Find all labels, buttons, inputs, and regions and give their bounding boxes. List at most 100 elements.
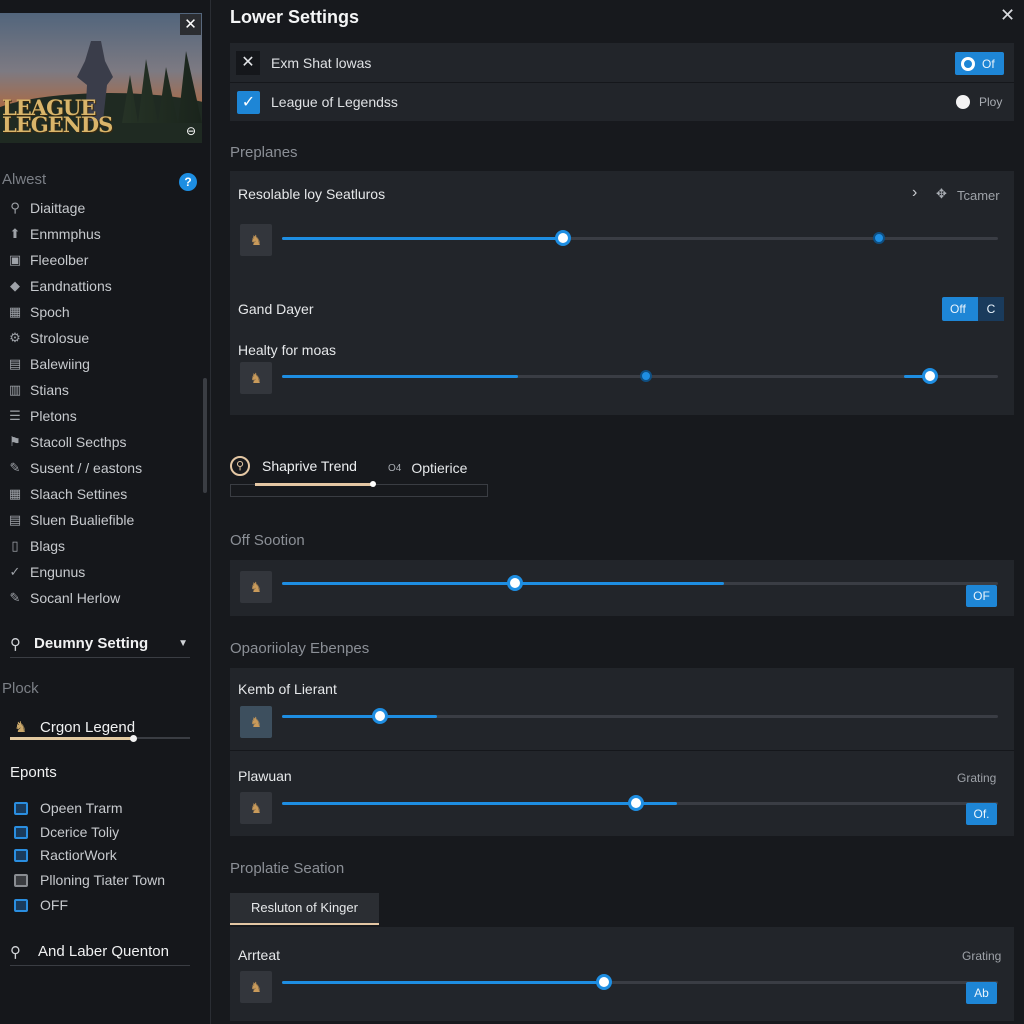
diamond-icon: ◆ — [10, 278, 20, 293]
and-laber-item[interactable]: ⚲ And Laber Quenton — [10, 938, 190, 966]
compass-icon: ⚲ — [230, 456, 250, 476]
chevron-right-icon[interactable]: › — [912, 184, 917, 202]
sidebar-item[interactable]: ▤ Sluen Bualiefible — [6, 509, 134, 531]
close-icon[interactable]: ✕ — [1000, 5, 1015, 26]
sidebar-item[interactable]: ⚑ Stacoll Secthps — [6, 431, 126, 453]
sidebar-item-label: Susent / / eastons — [30, 460, 143, 476]
book-icon: ▤ — [8, 356, 22, 371]
tab-bar: ⚲ Shaprive Trend O4 Optierice — [230, 453, 488, 497]
sidebar-item-label: Engunus — [30, 564, 86, 580]
slider-track[interactable] — [282, 708, 998, 724]
grating-label: Grating — [962, 949, 1002, 963]
sidebar-item[interactable]: ▣ Fleeolber — [6, 249, 89, 271]
section-title-proplatie: Proplatie Seation — [230, 860, 345, 877]
slider-fill — [282, 802, 678, 805]
preplanes-panel: Resolable loy Seatluros › ✥ Tcamer ♞ Gan… — [230, 171, 1014, 415]
sidebar-scrollbar[interactable] — [203, 378, 207, 493]
eye-icon: O4 — [388, 462, 402, 474]
sidebar-item-label: Sluen Bualiefible — [30, 512, 135, 528]
slider-track[interactable] — [282, 575, 998, 591]
slider-track[interactable] — [282, 230, 998, 246]
slider-track[interactable] — [282, 974, 998, 990]
sidebar-item[interactable]: ✓ Engunus — [6, 561, 86, 583]
sidebar-item[interactable]: ▥ Stians — [6, 379, 69, 401]
sidebar-item[interactable]: ✎ Susent / / eastons — [6, 457, 143, 479]
sidebar-item[interactable]: ▤ Balewiing — [6, 353, 90, 375]
eponts-item[interactable]: RactiorWork — [14, 844, 117, 866]
page-title: Lower Settings — [230, 7, 360, 27]
off-toggle-label: Off — [950, 302, 966, 316]
close-icon[interactable]: ✕ — [236, 51, 260, 75]
sidebar-item[interactable]: ▦ Slaach Settines — [6, 483, 127, 505]
sidebar-item-label: Blags — [30, 538, 66, 554]
eponts-item-label: Plloning Tiater Town — [40, 872, 166, 888]
of-button[interactable]: OF — [966, 585, 997, 607]
toggle-handle: C — [978, 297, 1004, 321]
proplatie-panel: Arrteat Grating ♞ Ab — [230, 927, 1014, 1021]
slider-fill — [282, 375, 519, 378]
toggle-dot-icon — [961, 56, 975, 71]
character-thumbnail: ♞ — [240, 362, 272, 394]
sidebar-item-label: Balewiing — [30, 356, 90, 372]
eponts-item[interactable]: Opeen Trarm — [14, 797, 122, 819]
sidebar-item[interactable]: ⚙ Strolosue — [6, 327, 89, 349]
slider-fill — [282, 981, 605, 984]
character-thumbnail: ♞ — [240, 571, 272, 603]
tab-shaprive-trend[interactable]: ⚲ Shaprive Trend — [230, 456, 357, 476]
checkbox-icon — [14, 801, 28, 815]
toggle-label: Of — [982, 56, 995, 71]
eponts-item[interactable]: OFF — [14, 894, 68, 916]
tab-resluton-of-kinger[interactable]: Resluton of Kinger — [230, 893, 379, 925]
row-label: Healty for moas — [238, 342, 337, 358]
tab-optierice[interactable]: O4 Optierice — [388, 460, 467, 476]
chat-icon: ✎ — [9, 460, 21, 475]
slider-knob[interactable] — [921, 368, 938, 384]
slider-knob[interactable] — [506, 575, 523, 591]
sidebar-item-label: Strolosue — [30, 330, 90, 346]
slider-marker[interactable] — [640, 370, 653, 382]
grating-label: Grating — [957, 771, 997, 785]
slider-knob[interactable] — [627, 795, 644, 811]
chevron-down-icon: ▼ — [178, 638, 188, 649]
slider-track[interactable] — [282, 368, 998, 384]
sidebar-item[interactable]: ▯ Blags — [6, 535, 65, 557]
league-checkbox[interactable]: ✓ — [237, 91, 260, 114]
user-icon: ⚲ — [10, 943, 21, 961]
banner-expand-icon[interactable]: ⊖ — [184, 124, 198, 138]
sidebar-heading-plock: Plock — [2, 680, 39, 697]
slider-knob[interactable] — [372, 708, 389, 724]
character-thumbnail: ♞ — [240, 706, 272, 738]
off-toggle[interactable]: Off C — [942, 297, 1004, 321]
opaoriiolay-panel: Kemb of Lierant ♞ Plawuan Grating ♞ Of. — [230, 668, 1014, 836]
check-icon: ✓ — [9, 564, 21, 579]
eponts-item[interactable]: Dcerice Toliy — [14, 821, 119, 843]
slider-marker[interactable] — [873, 232, 886, 244]
search-icon: ⚲ — [10, 200, 20, 215]
sidebar-item[interactable]: ⚲ Diaittage — [6, 197, 85, 219]
slider-track[interactable] — [282, 795, 998, 811]
sidebar-item[interactable]: ▦ Spoch — [6, 301, 70, 323]
help-icon[interactable]: ? — [179, 173, 197, 191]
eponts-item[interactable]: Plloning Tiater Town — [14, 869, 165, 891]
file-icon: ▯ — [11, 538, 19, 553]
crgon-legend-label: Crgon Legend — [40, 718, 136, 736]
ab-button[interactable]: Ab — [966, 982, 997, 1004]
row-label: Kemb of Lierant — [238, 681, 337, 697]
sidebar-item[interactable]: ⬆ Enmmphus — [6, 223, 101, 245]
sidebar-item[interactable]: ◆ Eandnattions — [6, 275, 112, 297]
slider-knob[interactable] — [596, 974, 613, 990]
row-label: Plawuan — [238, 768, 292, 784]
slider-knob[interactable] — [554, 230, 571, 246]
flag-icon: ⚑ — [9, 434, 21, 449]
gear-icon: ⚙ — [9, 330, 21, 345]
league-label: League of Legendss — [271, 94, 398, 110]
of-button[interactable]: Of. — [966, 803, 997, 825]
toggle-switch[interactable]: Of — [955, 52, 1004, 75]
tab-indicator — [255, 483, 373, 486]
banner-close-icon[interactable]: ✕ — [180, 14, 201, 35]
dummy-setting-dropdown[interactable]: ⚲ Deumny Setting ▼ — [10, 630, 190, 658]
sidebar-item[interactable]: ☰ Pletons — [6, 405, 77, 427]
tab-label: Shaprive Trend — [262, 458, 357, 474]
play-radio[interactable] — [956, 95, 970, 109]
sidebar-item[interactable]: ✎ Socanl Herlow — [6, 587, 121, 609]
